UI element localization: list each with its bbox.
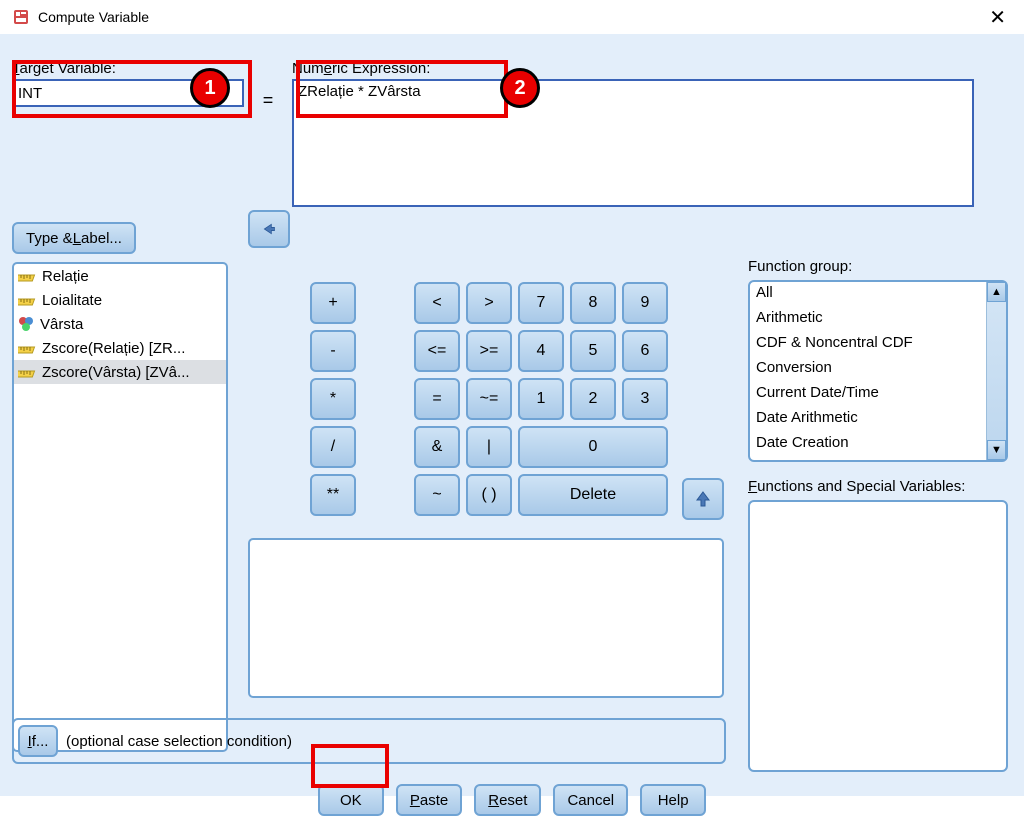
key-or[interactable]: | [466,426,512,468]
scroll-up-button[interactable]: ▲ [987,282,1006,302]
titlebar: Compute Variable ✕ [0,0,1024,34]
annotation-badge-2: 2 [500,68,540,108]
list-item[interactable]: Current Date/Time [750,382,986,407]
numeric-expression-input[interactable]: ZRelație * ZVârsta [292,79,974,207]
nominal-icon [18,316,34,332]
scale-icon [18,342,36,354]
move-function-up-button[interactable] [682,478,724,520]
list-item[interactable]: Zscore(Relație) [ZR... [14,336,226,360]
key-div[interactable]: / [310,426,356,468]
if-button[interactable]: If... [18,725,58,757]
key-ne[interactable]: ~= [466,378,512,420]
if-condition-text: (optional case selection condition) [66,733,292,750]
calculator-keypad: + < > 7 8 9 - <= >= 4 5 6 * = ~= 1 2 3 /… [306,278,676,524]
key-minus[interactable]: - [310,330,356,372]
arrow-left-icon [262,222,276,236]
numeric-expression-label: Numeric Expression: [292,60,1012,77]
description-panel [248,538,724,698]
variable-list[interactable]: Relație Loialitate Vârsta Zscore(Relație… [12,262,228,752]
list-item[interactable]: Relație [14,264,226,288]
key-2[interactable]: 2 [570,378,616,420]
key-0[interactable]: 0 [518,426,668,468]
key-3[interactable]: 3 [622,378,668,420]
key-le[interactable]: <= [414,330,460,372]
key-and[interactable]: & [414,426,460,468]
close-icon[interactable]: ✕ [983,5,1012,30]
annotation-badge-1: 1 [190,68,230,108]
key-not[interactable]: ~ [414,474,460,516]
list-item[interactable]: CDF & Noncentral CDF [750,332,986,357]
key-pow[interactable]: ** [310,474,356,516]
scale-icon [18,366,36,378]
list-item[interactable]: Conversion [750,357,986,382]
paste-button[interactable]: Paste [396,784,462,816]
scale-icon [18,294,36,306]
move-to-expression-button[interactable] [248,210,290,248]
key-paren[interactable]: ( ) [466,474,512,516]
key-gt[interactable]: > [466,282,512,324]
window-title: Compute Variable [38,9,983,25]
key-9[interactable]: 9 [622,282,668,324]
type-and-label-button[interactable]: Type & Label... [12,222,136,254]
list-item[interactable]: Arithmetic [750,307,986,332]
if-condition-row: If... (optional case selection condition… [12,718,726,764]
help-button[interactable]: Help [640,784,706,816]
key-lt[interactable]: < [414,282,460,324]
key-mult[interactable]: * [310,378,356,420]
app-icon [12,8,30,26]
key-ge[interactable]: >= [466,330,512,372]
scale-icon [18,270,36,282]
key-delete[interactable]: Delete [518,474,668,516]
function-group-list[interactable]: All Arithmetic CDF & Noncentral CDF Conv… [748,280,1008,462]
list-item[interactable]: All [750,282,986,307]
key-7[interactable]: 7 [518,282,564,324]
key-1[interactable]: 1 [518,378,564,420]
scrollbar[interactable]: ▲ ▼ [986,282,1006,460]
dialog-body: Target Variable: = Numeric Expression: Z… [0,34,1024,796]
list-item[interactable]: Vârsta [14,312,226,336]
list-item[interactable]: Date Arithmetic [750,407,986,432]
key-eq[interactable]: = [414,378,460,420]
key-6[interactable]: 6 [622,330,668,372]
list-item[interactable]: Date Creation [750,432,986,457]
arrow-up-icon [696,491,710,507]
key-4[interactable]: 4 [518,330,564,372]
list-item[interactable]: Zscore(Vârsta) [ZVâ... [14,360,226,384]
ok-button[interactable]: OK [318,784,384,816]
cancel-button[interactable]: Cancel [553,784,628,816]
functions-special-label: Functions and Special Variables: [748,478,965,495]
reset-button[interactable]: Reset [474,784,541,816]
list-item[interactable]: Loialitate [14,288,226,312]
scroll-down-button[interactable]: ▼ [987,440,1006,460]
key-5[interactable]: 5 [570,330,616,372]
equals-sign: = [244,72,292,128]
functions-special-list[interactable] [748,500,1008,772]
key-8[interactable]: 8 [570,282,616,324]
key-plus[interactable]: + [310,282,356,324]
function-group-label: Function group: [748,258,852,275]
dialog-buttons: OK Paste Reset Cancel Help [0,784,1024,816]
